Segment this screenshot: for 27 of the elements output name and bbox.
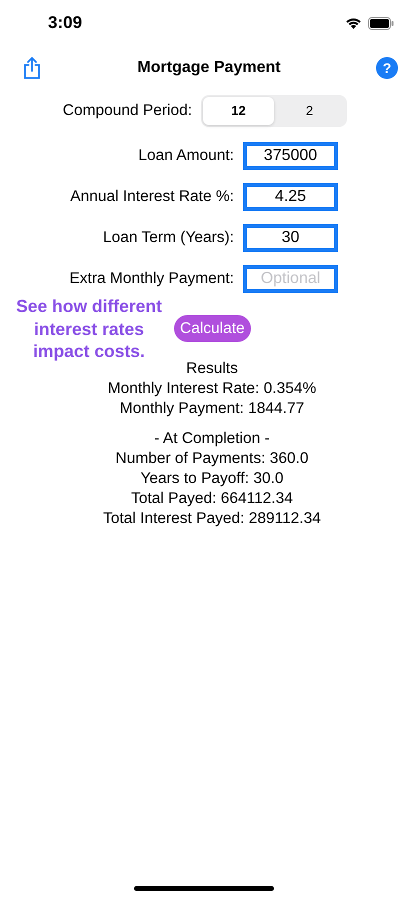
wifi-icon	[345, 17, 362, 29]
result-line: Total Payed: 664112.34	[131, 488, 293, 508]
nav-title: Mortgage Payment	[137, 59, 281, 77]
result-line: Number of Payments: 360.0	[116, 448, 308, 468]
result-line: Monthly Interest Rate: 0.354%	[108, 378, 316, 398]
input-field[interactable]: 30	[243, 224, 338, 252]
field-label: Loan Amount:	[137, 146, 235, 164]
segment[interactable]: 12	[203, 96, 274, 124]
hint-text: See how different interest rates impact costs.	[15, 295, 163, 362]
share-icon[interactable]	[22, 56, 42, 80]
completion-title: - At Completion -	[154, 428, 270, 448]
result-line: Years to Payoff: 30.0	[140, 468, 284, 488]
input-field[interactable]: 375000	[243, 142, 338, 170]
battery-icon	[368, 16, 394, 30]
result-line: Monthly Payment: 1844.77	[120, 398, 304, 418]
input-field[interactable]: Optional	[243, 264, 338, 292]
calculate-button[interactable]: Calculate	[174, 315, 251, 342]
field-label: Annual Interest Rate %:	[69, 188, 235, 206]
help-button[interactable]: ?	[376, 57, 398, 79]
field-label: Extra Monthly Payment:	[68, 270, 235, 288]
segment[interactable]: 2	[274, 96, 345, 124]
input-field[interactable]: 4.25	[243, 182, 338, 210]
compound-period-label: Compound Period:	[62, 102, 193, 120]
status-time: 3:09	[48, 13, 82, 33]
result-line: Total Interest Payed: 289112.34	[103, 508, 321, 528]
field-label: Loan Term (Years):	[102, 228, 235, 246]
results-title: Results	[186, 358, 238, 378]
